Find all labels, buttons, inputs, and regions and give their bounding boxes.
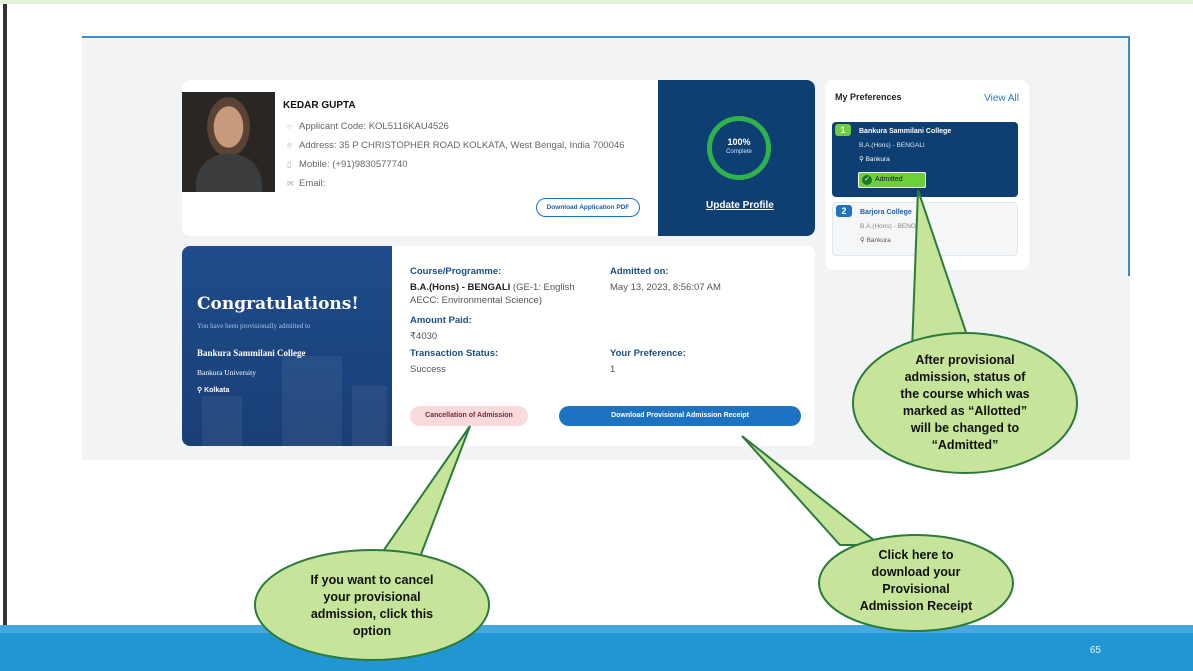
callout-line: option <box>352 624 392 638</box>
cancel-callout-pointer <box>368 425 471 571</box>
callout-line: Provisional <box>882 582 950 596</box>
callout-line: admission, status of <box>904 370 1026 384</box>
callout-line: After provisional <box>915 353 1015 367</box>
cancel-callout-text: If you want to cancel your provisional a… <box>282 572 462 640</box>
callout-line: Click here to <box>878 548 954 562</box>
callout-line: your provisional <box>323 590 421 604</box>
status-callout-text: After provisional admission, status of t… <box>875 352 1055 454</box>
callout-line: will be changed to <box>910 421 1020 435</box>
callout-line: the course which was <box>900 387 1030 401</box>
callout-line: download your <box>871 565 961 579</box>
callout-line: marked as “Allotted” <box>902 404 1028 418</box>
status-callout-pointer <box>910 189 974 351</box>
receipt-callout-pointer <box>741 435 883 546</box>
callout-line: “Admitted” <box>931 438 999 452</box>
callout-line: admission, click this <box>310 607 434 621</box>
receipt-callout-text: Click here to download your Provisional … <box>836 547 996 615</box>
callout-line: If you want to cancel <box>310 573 434 587</box>
callout-line: Admission Receipt <box>859 599 973 613</box>
callout-layer <box>254 189 1078 661</box>
